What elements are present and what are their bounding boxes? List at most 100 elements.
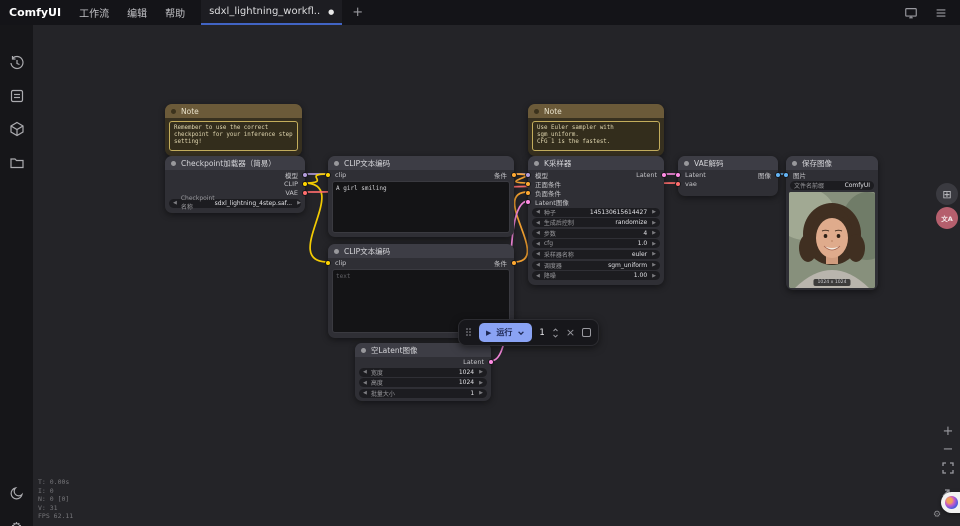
height-widget[interactable]: ◀ 高度 1024 ▶	[359, 378, 487, 388]
zoom-out-button[interactable]: −	[943, 443, 954, 456]
increment-icon[interactable]: ▶	[652, 241, 656, 247]
decrement-icon[interactable]: ◀	[536, 241, 540, 247]
decrement-icon[interactable]: ◀	[363, 390, 367, 396]
chevron-down-icon[interactable]	[552, 334, 559, 338]
increment-icon[interactable]: ▶	[479, 390, 483, 396]
node-header[interactable]: Note	[165, 104, 302, 118]
increment-icon[interactable]: ▶	[652, 230, 656, 236]
drag-handle-icon[interactable]	[466, 328, 472, 337]
menu-edit[interactable]: 编辑	[127, 5, 147, 20]
note-text[interactable]: Remember to use the correct checkpoint f…	[169, 121, 298, 151]
chevron-up-icon[interactable]	[552, 327, 559, 332]
collapse-dot-icon[interactable]	[684, 160, 689, 166]
increment-icon[interactable]: ▶	[652, 262, 656, 268]
conditioning-output-icon[interactable]	[511, 171, 517, 178]
workflows-folder-icon[interactable]	[9, 155, 25, 171]
decrement-icon[interactable]: ◀	[536, 230, 540, 236]
output-model[interactable]: 模型	[165, 170, 308, 180]
fit-view-button[interactable]	[942, 462, 954, 477]
batch-size-widget[interactable]: ◀ 批量大小 1 ▶	[359, 388, 487, 398]
decrement-icon[interactable]: ◀	[536, 262, 540, 268]
decrement-icon[interactable]: ◀	[536, 209, 540, 215]
run-button[interactable]: ▶ 运行	[479, 323, 533, 342]
image-output-icon[interactable]	[775, 171, 781, 178]
clip-input-icon[interactable]	[325, 259, 331, 266]
zoom-in-button[interactable]: +	[943, 425, 954, 438]
history-icon[interactable]	[9, 55, 25, 71]
output-clip[interactable]: CLIP	[165, 179, 308, 188]
queue-icon[interactable]	[934, 6, 948, 20]
node-header[interactable]: Checkpoint加载器（简易）	[165, 156, 305, 170]
node-library-icon[interactable]	[9, 88, 25, 104]
node-header[interactable]: CLIP文本编码	[328, 244, 514, 258]
clip-ports[interactable]: clip 条件	[325, 170, 517, 180]
node-header[interactable]: CLIP文本编码	[328, 156, 514, 170]
decrement-icon[interactable]: ◀	[536, 273, 540, 279]
checkpoint-name-widget[interactable]: ◀ Checkpoint名称 sdxl_lightning_4step.saf.…	[169, 195, 301, 211]
increment-icon[interactable]: ▶	[297, 200, 301, 206]
image-port-row[interactable]: 图片	[783, 170, 878, 180]
increment-icon[interactable]: ▶	[652, 273, 656, 279]
node-empty-latent[interactable]: 空Latent图像 Latent ◀ 宽度 1024 ▶ ◀ 高度 1024 ▶…	[355, 343, 494, 401]
increment-icon[interactable]: ▶	[479, 369, 483, 375]
output-vae[interactable]: VAE	[165, 188, 308, 197]
menu-workflow[interactable]: 工作流	[79, 5, 109, 20]
vae-port-icon[interactable]	[302, 189, 308, 196]
increment-icon[interactable]: ▶	[652, 251, 656, 257]
model-library-icon[interactable]	[9, 121, 25, 137]
decrement-icon[interactable]: ◀	[536, 220, 540, 226]
steps-widget[interactable]: ◀ 步数 4 ▶	[532, 228, 660, 238]
batch-count-value[interactable]: 1	[539, 328, 544, 338]
collapse-dot-icon[interactable]	[171, 160, 176, 166]
collapse-dot-icon[interactable]	[534, 160, 539, 166]
batch-count-stepper[interactable]	[552, 327, 559, 338]
settings-gear-icon[interactable]: ⚙	[11, 521, 23, 526]
stop-icon[interactable]	[582, 328, 592, 337]
panel-toggle-button[interactable]: ⊞	[936, 183, 958, 205]
node-ksampler[interactable]: K采样器 模型 Latent 正面条件 负面条件 Latent图像 ◀ 种子 1…	[525, 156, 667, 285]
collapse-dot-icon[interactable]	[334, 160, 339, 166]
vae-port-row[interactable]: vae	[675, 179, 778, 188]
node-header[interactable]: 保存图像	[786, 156, 878, 170]
filename-prefix-widget[interactable]: 文件名前缀 ComfyUI	[790, 180, 874, 190]
node-header[interactable]: K采样器	[528, 156, 664, 170]
desktop-icon[interactable]	[904, 6, 918, 20]
help-center-button[interactable]	[941, 492, 960, 513]
latent-output-icon[interactable]	[488, 358, 494, 365]
negative-input-icon[interactable]	[525, 189, 531, 196]
prompt-textarea[interactable]: A girl smiling	[332, 181, 510, 233]
collapse-dot-icon[interactable]	[334, 248, 339, 254]
latent-output-icon[interactable]	[661, 171, 667, 178]
decrement-icon[interactable]: ◀	[363, 369, 367, 375]
translate-button[interactable]: 文A	[936, 207, 958, 229]
conditioning-output-icon[interactable]	[511, 259, 517, 266]
increment-icon[interactable]: ▶	[652, 220, 656, 226]
node-save-image[interactable]: 保存图像 图片 文件名前缀 ComfyUI 1024 x 1024	[783, 156, 878, 290]
latent-image-ports[interactable]: Latent 图像	[675, 170, 781, 180]
cfg-widget[interactable]: ◀ cfg 1.0 ▶	[532, 239, 660, 249]
collapse-dot-icon[interactable]	[534, 108, 539, 114]
image-input-icon[interactable]	[783, 171, 789, 178]
node-vae-decode[interactable]: VAE解码 Latent 图像 vae	[675, 156, 781, 196]
collapse-dot-icon[interactable]	[171, 108, 176, 114]
scheduler-widget[interactable]: ◀ 调度器 sgm_uniform ▶	[532, 260, 660, 270]
workflow-tab[interactable]: sdxl_lightning_workfl... ●	[201, 0, 343, 25]
clear-queue-icon[interactable]: ×	[566, 327, 575, 338]
model-port-icon[interactable]	[302, 171, 308, 178]
seed-widget[interactable]: ◀ 种子 145130615614427 ▶	[532, 207, 660, 217]
latent-port-row[interactable]: Latent图像	[525, 197, 664, 207]
collapse-dot-icon[interactable]	[361, 347, 366, 353]
latent-input-icon[interactable]	[525, 198, 531, 205]
menu-help[interactable]: 帮助	[165, 5, 185, 20]
note-text[interactable]: Use Euler sampler with sgm_uniform. CFG …	[532, 121, 660, 151]
node-note-sampler[interactable]: Note Use Euler sampler with sgm_uniform.…	[528, 104, 664, 156]
node-checkpoint-loader[interactable]: Checkpoint加载器（简易） 模型 CLIP VAE ◀ Checkpoi…	[165, 156, 308, 213]
increment-icon[interactable]: ▶	[652, 209, 656, 215]
clip-input-icon[interactable]	[325, 171, 331, 178]
width-widget[interactable]: ◀ 宽度 1024 ▶	[359, 367, 487, 377]
image-preview[interactable]: 1024 x 1024	[789, 191, 875, 288]
vae-input-icon[interactable]	[675, 180, 681, 187]
collapse-dot-icon[interactable]	[792, 160, 797, 166]
decrement-icon[interactable]: ◀	[173, 200, 177, 206]
clip-ports[interactable]: clip 条件	[325, 258, 517, 268]
